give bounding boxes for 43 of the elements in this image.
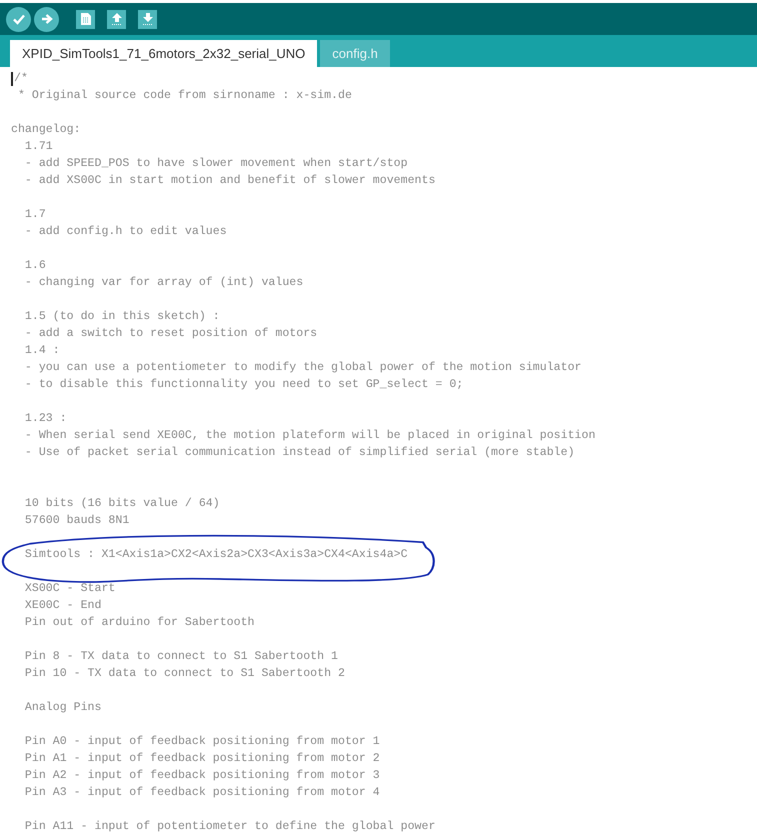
code-line: Pin A3 - input of feedback positioning from motor 4 [24, 785, 380, 801]
code-line: XE00C - End [24, 598, 102, 614]
code-line: Pin 10 - TX data to connect to S1 Sabertooth 2 [24, 666, 345, 682]
code-line: 57600 bauds 8N1 [24, 513, 130, 529]
code-line: - add SPEED_POS to have slower movement when start/stop [24, 156, 408, 172]
upload-button[interactable] [34, 6, 59, 32]
arrow-down-icon [142, 12, 154, 26]
code-line: * Original source code from sirnoname : x-sim.de [16, 88, 352, 104]
new-button[interactable] [76, 10, 95, 28]
code-line: - add a switch to reset position of motors [24, 326, 318, 342]
code-line: - you can use a potentiometer to modify the global power of the motion simulator [24, 360, 582, 376]
code-line: 1.4 : [24, 343, 60, 359]
file-tab[interactable]: XPID_SimTools1_71_6motors_2x32_serial_UNO [10, 40, 318, 67]
checkmark-icon [12, 12, 26, 26]
code-line: Pin out of arduino for Sabertooth [24, 615, 255, 631]
code-line: Analog Pins [24, 700, 102, 716]
code-line: - Use of packet serial communication instead of simplified serial (more stable) [24, 445, 575, 461]
code-line: 1.23 : [24, 411, 67, 427]
code-line: Pin A0 - input of feedback positioning from motor 1 [24, 734, 380, 750]
code-line: 10 bits (16 bits value / 64) [24, 496, 220, 512]
code-line: Simtools : X1<Axis1a>CX2<Axis2a>CX3<Axis3a>CX4<Axis4a>C [24, 547, 408, 563]
verify-button[interactable] [6, 6, 31, 32]
code-line: changelog: [11, 122, 81, 138]
code-line: Pin 8 - TX data to connect to S1 Sabertooth 1 [24, 649, 338, 665]
open-button[interactable] [107, 10, 126, 28]
code-line: Pin A1 - input of feedback positioning from motor 2 [24, 751, 380, 767]
code-line: /* [14, 71, 28, 87]
code-line: 1.6 [24, 258, 46, 274]
code-line: 1.7 [24, 207, 46, 223]
arrow-right-icon [40, 12, 54, 26]
code-line: 1.71 [24, 139, 53, 155]
save-button[interactable] [138, 10, 157, 28]
code-line: Pin A2 - input of feedback positioning from motor 3 [24, 768, 380, 784]
code-line: Pin A11 - input of potentiometer to define the global power [24, 819, 436, 835]
code-line: - changing var for array of (int) values [24, 275, 304, 291]
code-line: 1.5 (to do in this sketch) : [24, 309, 220, 325]
document-icon [80, 12, 92, 26]
code-line: - add XS00C in start motion and benefit of slower movements [24, 173, 436, 189]
code-line: XS00C - Start [24, 581, 116, 597]
code-line: - When serial send XE00C, the motion plateform will be placed in original position [24, 428, 596, 444]
code-line: - to disable this functionnality you need to set GP_select = 0; [24, 377, 464, 393]
code-line: - add config.h to edit values [24, 224, 227, 240]
arrow-up-icon [110, 12, 122, 26]
